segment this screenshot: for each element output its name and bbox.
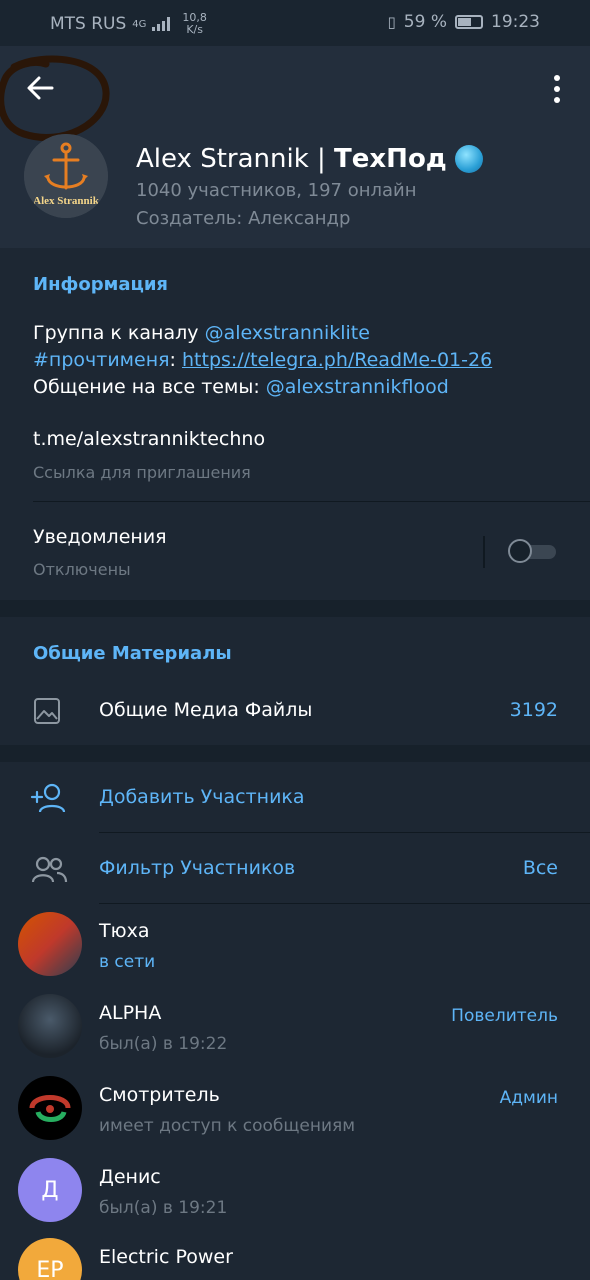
more-vertical-icon[interactable] (546, 72, 568, 106)
notifications-state: Отключены (33, 560, 131, 579)
shared-media-row[interactable]: Общие Медиа Файлы 3192 (0, 685, 590, 739)
status-bar: MTS RUS 4G 10,8 K/s ▯ 59 % 19:23 (0, 0, 590, 46)
invite-link-caption: Ссылка для приглашения (33, 463, 251, 482)
shared-media-label: Общие Медиа Файлы (99, 699, 313, 721)
info-section: Информация Группа к каналу @alexstrannik… (0, 248, 590, 600)
avatar (18, 994, 82, 1058)
member-name: Смотритель (99, 1084, 220, 1106)
group-name-bold: ТехПод (334, 144, 447, 174)
member-row[interactable]: Смотритель имеет доступ к сообщениям Адм… (0, 1068, 590, 1148)
shared-section-title: Общие Материалы (33, 643, 232, 664)
readme-url-link[interactable]: https://telegra.ph/ReadMe-01-26 (182, 349, 492, 371)
battery-icon (455, 15, 483, 29)
members-section: Добавить Участника Фильтр Участников Все… (0, 762, 590, 1280)
description-separator: : (169, 349, 182, 371)
avatar: Д (18, 1158, 82, 1222)
member-status: был(а) в 19:22 (99, 1034, 228, 1054)
member-status: в сети (99, 952, 156, 972)
member-name: ALPHA (99, 1002, 162, 1024)
member-row[interactable]: Д Денис был(а) в 19:21 (0, 1150, 590, 1230)
add-user-icon (30, 783, 66, 813)
invite-link-row[interactable]: t.me/alexstranniktechno (33, 426, 265, 453)
member-status: имеет доступ к сообщениям (99, 1116, 356, 1136)
carrier-label: MTS RUS (50, 14, 127, 34)
add-member-label: Добавить Участника (99, 786, 305, 808)
shared-materials-section: Общие Материалы Общие Медиа Файлы 3192 (0, 617, 590, 745)
member-row[interactable]: Тюха в сети (0, 904, 590, 984)
member-row[interactable]: EP Electric Power (0, 1232, 590, 1280)
member-name: Electric Power (99, 1246, 233, 1268)
readme-hashtag[interactable]: #прочтименя (33, 349, 170, 371)
shared-media-count: 3192 (509, 699, 558, 721)
filter-members-value: Все (522, 857, 558, 879)
signal-icon (152, 17, 171, 31)
group-description: Группа к каналу @alexstranniklite #прочт… (33, 320, 492, 401)
users-icon (31, 856, 68, 883)
description-line1-text: Группа к каналу (33, 322, 205, 344)
toggle-separator (483, 536, 485, 568)
clock: 19:23 (491, 12, 540, 32)
avatar (18, 1076, 82, 1140)
vibrate-icon: ▯ (387, 13, 396, 31)
group-avatar[interactable]: Alex Strannik (24, 134, 108, 218)
filter-members-label: Фильтр Участников (99, 857, 296, 879)
lite-channel-link[interactable]: @alexstranniklite (205, 322, 370, 344)
info-divider (33, 501, 590, 502)
arrow-left-icon[interactable] (22, 70, 58, 106)
anchor-logo-icon: Alex Strannik (24, 134, 108, 218)
notifications-toggle[interactable] (508, 539, 556, 563)
battery-percent: 59 % (403, 12, 447, 32)
logo-text: Alex Strannik (33, 195, 100, 207)
member-row[interactable]: ALPHA был(а) в 19:22 Повелитель (0, 986, 590, 1066)
network-label: 4G (132, 18, 147, 30)
add-member-row[interactable]: Добавить Участника (0, 762, 590, 832)
chat-profile-header: Alex Strannik Alex Strannik | ТехПод 104… (0, 46, 590, 248)
member-name: Денис (99, 1166, 161, 1188)
member-name: Тюха (99, 920, 150, 942)
spiral-avatar-icon (29, 1095, 71, 1122)
speed-unit: K/s (186, 23, 203, 36)
network-speed: 10,8 K/s (182, 12, 207, 36)
description-line3-text: Общение на все темы: (33, 376, 266, 398)
group-name: Alex Strannik | (136, 144, 335, 174)
filter-members-row[interactable]: Фильтр Участников Все (0, 833, 590, 903)
group-title: Alex Strannik | ТехПод (136, 144, 483, 174)
image-icon (34, 698, 60, 724)
member-status: был(а) в 19:21 (99, 1198, 228, 1218)
avatar (18, 912, 82, 976)
member-role-badge: Админ (499, 1088, 558, 1108)
creator-label: Создатель: Александр (136, 208, 351, 229)
avatar: EP (18, 1238, 82, 1280)
invite-link[interactable]: t.me/alexstranniktechno (33, 426, 265, 453)
notifications-label: Уведомления (33, 526, 167, 548)
member-role-badge: Повелитель (451, 1006, 558, 1026)
members-online-count: 1040 участников, 197 онлайн (136, 180, 417, 201)
flood-chat-link[interactable]: @alexstrannikflood (266, 376, 449, 398)
info-section-title: Информация (33, 274, 168, 295)
globe-emoji-icon (454, 145, 483, 173)
